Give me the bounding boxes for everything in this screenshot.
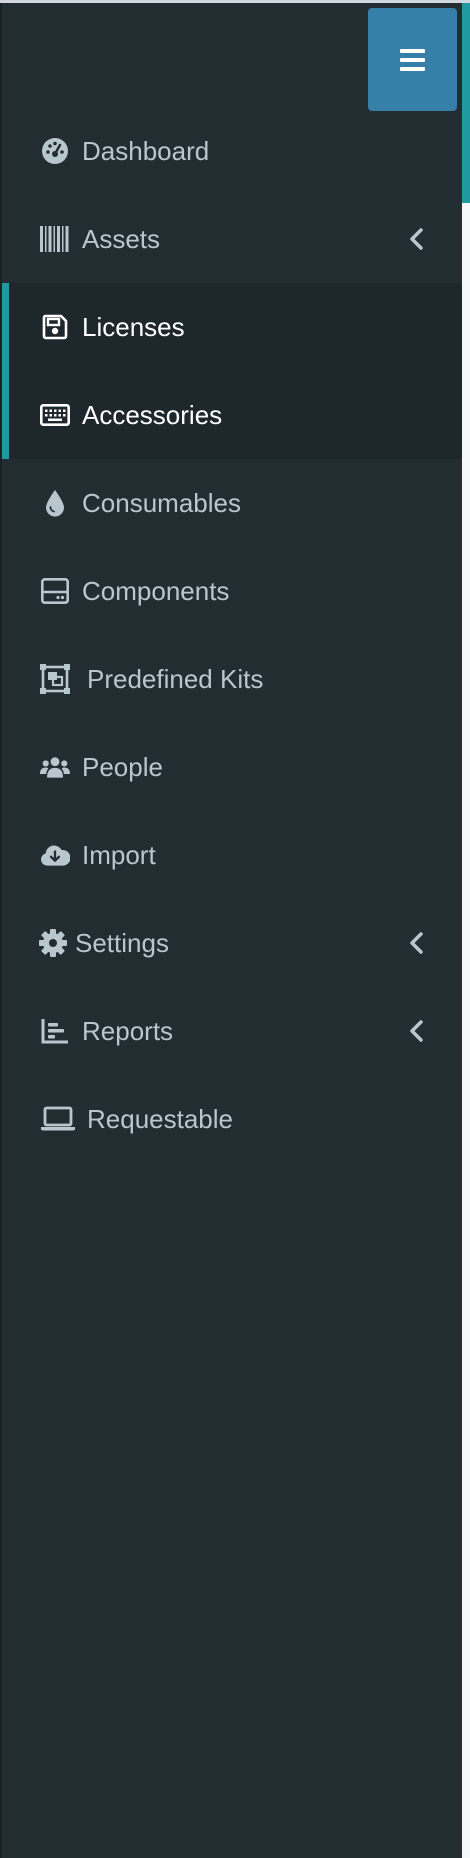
sidebar-item-label: Reports <box>82 1015 174 1046</box>
sidebar-item-dashboard[interactable]: Dashboard <box>2 107 462 195</box>
sidebar-item-components[interactable]: Components <box>2 547 462 635</box>
sidebar-menu: Dashboard Assets Licenses Accessories Co… <box>2 107 462 1163</box>
save-icon <box>40 312 70 342</box>
content-accent-bar <box>462 3 470 203</box>
sidebar-item-label: Components <box>82 575 230 606</box>
sidebar-item-label: People <box>82 751 163 782</box>
sidebar-item-label: Requestable <box>87 1103 233 1134</box>
sidebar-item-accessories[interactable]: Accessories <box>2 371 462 459</box>
chevron-left-icon[interactable] <box>407 931 427 955</box>
content-area-edge <box>462 203 470 1858</box>
sidebar-item-predefined-kits[interactable]: Predefined Kits <box>2 635 462 723</box>
laptop-icon <box>40 1104 76 1134</box>
sidebar-item-label: Dashboard <box>82 135 210 166</box>
sidebar-item-import[interactable]: Import <box>2 811 462 899</box>
hamburger-icon <box>400 48 425 71</box>
sidebar-item-requestable[interactable]: Requestable <box>2 1075 462 1163</box>
sidebar-item-label: Import <box>82 839 156 870</box>
object-group-icon <box>40 664 70 694</box>
users-icon <box>40 752 70 782</box>
chevron-left-icon[interactable] <box>407 227 427 251</box>
sidebar-item-settings[interactable]: Settings <box>2 899 462 987</box>
tachometer-icon <box>40 136 70 166</box>
cog-icon <box>38 928 68 958</box>
cloud-download-icon <box>40 840 70 870</box>
page: Dashboard Assets Licenses Accessories Co… <box>0 0 470 1858</box>
sidebar-item-reports[interactable]: Reports <box>2 987 462 1075</box>
sidebar-item-licenses[interactable]: Licenses <box>2 283 462 371</box>
sidebar-item-consumables[interactable]: Consumables <box>2 459 462 547</box>
sidebar-item-label: Assets <box>82 223 161 254</box>
chart-bar-icon <box>40 1016 70 1046</box>
chevron-left-icon[interactable] <box>407 1019 427 1043</box>
sidebar-item-people[interactable]: People <box>2 723 462 811</box>
sidebar: Dashboard Assets Licenses Accessories Co… <box>0 3 462 1858</box>
tint-icon <box>40 488 70 518</box>
sidebar-item-label: Licenses <box>82 311 185 342</box>
keyboard-icon <box>40 400 70 430</box>
sidebar-item-label: Accessories <box>82 399 223 430</box>
sidebar-item-assets[interactable]: Assets <box>2 195 462 283</box>
hdd-icon <box>40 576 70 606</box>
sidebar-item-label: Settings <box>75 927 169 958</box>
sidebar-item-label: Predefined Kits <box>87 663 264 694</box>
barcode-icon <box>40 224 70 254</box>
sidebar-item-label: Consumables <box>82 487 241 518</box>
sidebar-toggle-button[interactable] <box>368 8 457 111</box>
